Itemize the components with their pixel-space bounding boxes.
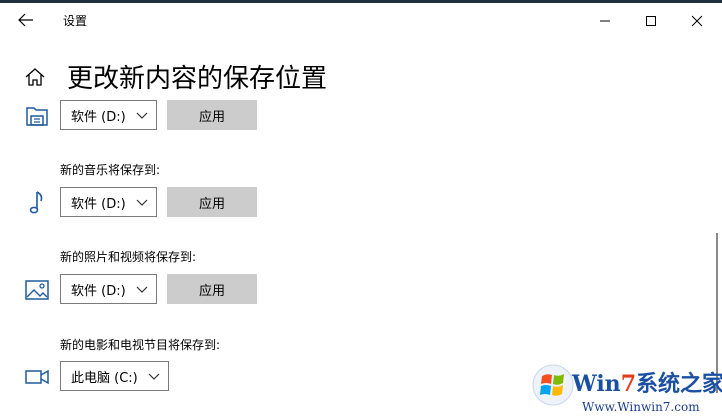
home-button[interactable] xyxy=(24,66,46,88)
document-drive-icon xyxy=(24,103,50,129)
minimize-icon xyxy=(600,20,610,22)
chevron-down-icon xyxy=(136,286,148,293)
chevron-down-icon xyxy=(136,199,148,206)
watermark-brand-part1: Win xyxy=(572,371,621,397)
watermark-brand-part3: 系统之家 xyxy=(636,371,722,397)
maximize-button[interactable] xyxy=(628,6,674,36)
video-camera-icon xyxy=(24,364,50,390)
chevron-down-icon xyxy=(148,373,160,380)
documents-drive-select[interactable]: 软件 (D:) xyxy=(60,100,157,130)
music-drive-value: 软件 (D:) xyxy=(71,196,126,212)
picture-icon xyxy=(24,277,50,303)
photos-save-label: 新的照片和视频将保存到: xyxy=(60,250,197,264)
music-save-label: 新的音乐将保存到: xyxy=(60,163,161,177)
maximize-icon xyxy=(646,16,656,26)
movies-drive-select[interactable]: 此电脑 (C:) xyxy=(60,361,169,391)
window-title: 设置 xyxy=(63,14,88,28)
photos-drive-value: 软件 (D:) xyxy=(71,283,126,299)
music-drive-select[interactable]: 软件 (D:) xyxy=(60,187,157,217)
close-button[interactable] xyxy=(674,6,720,36)
music-apply-button[interactable]: 应用 xyxy=(167,187,257,217)
windows-logo-icon xyxy=(532,364,574,406)
close-icon xyxy=(691,15,703,27)
movies-drive-value: 此电脑 (C:) xyxy=(71,370,138,386)
title-bar: 设置 xyxy=(0,3,722,37)
watermark-url: Www.Winwin7.com xyxy=(582,400,700,414)
photos-drive-select[interactable]: 软件 (D:) xyxy=(60,274,157,304)
documents-apply-button[interactable]: 应用 xyxy=(167,100,257,130)
site-watermark: Win7系统之家 Www.Winwin7.com xyxy=(522,360,722,419)
home-icon xyxy=(25,68,45,86)
photos-apply-button[interactable]: 应用 xyxy=(167,274,257,304)
documents-drive-value: 软件 (D:) xyxy=(71,109,126,125)
back-arrow-icon xyxy=(18,13,33,27)
back-button[interactable] xyxy=(14,9,38,31)
movies-save-label: 新的电影和电视节目将保存到: xyxy=(60,338,221,352)
watermark-brand: Win7系统之家 xyxy=(572,366,722,398)
page-title: 更改新内容的保存位置 xyxy=(67,64,328,94)
chevron-down-icon xyxy=(136,112,148,119)
minimize-button[interactable] xyxy=(582,6,628,36)
watermark-brand-part2: 7 xyxy=(620,371,636,397)
music-note-icon xyxy=(24,189,50,215)
